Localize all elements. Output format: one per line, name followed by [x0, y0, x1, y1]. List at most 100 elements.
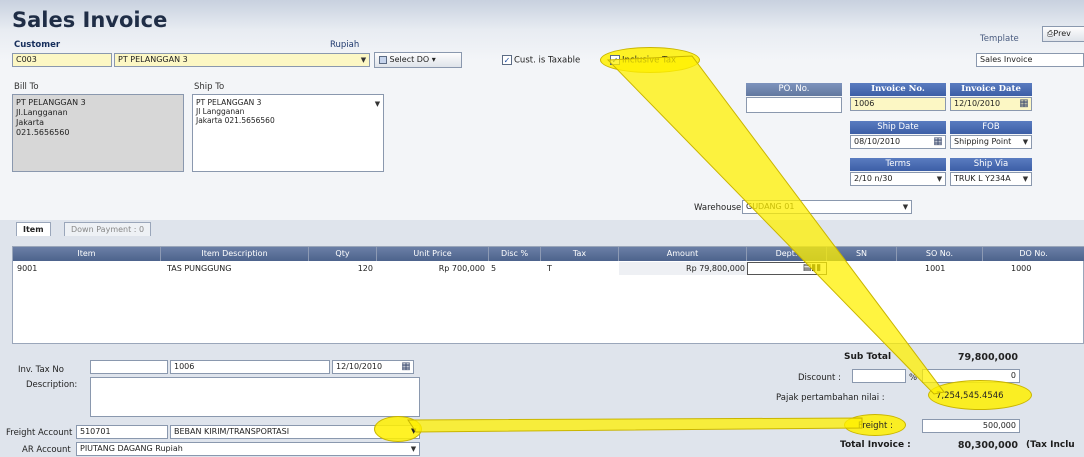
- chevron-down-icon[interactable]: ▼: [359, 55, 368, 65]
- po-no-header: PO. No.: [746, 83, 842, 96]
- inv-tax-prefix-field[interactable]: [90, 360, 168, 374]
- cell-do: 1000: [1011, 264, 1032, 273]
- discount-label: Discount :: [798, 373, 841, 383]
- ar-account-field[interactable]: PIUTANG DAGANG Rupiah ▼: [76, 442, 420, 456]
- inv-tax-no-field[interactable]: 1006: [170, 360, 330, 374]
- cust-taxable-label: Cust. is Taxable: [514, 55, 581, 66]
- calendar-icon[interactable]: ▦: [932, 137, 944, 147]
- subtotal-value: 79,800,000: [957, 352, 1018, 363]
- freight-value-field[interactable]: 500,000: [922, 419, 1020, 433]
- lookup-icon[interactable]: ▤▮▮: [799, 262, 825, 275]
- ship-date-header: Ship Date: [850, 121, 946, 134]
- warehouse-label: Warehouse: [694, 203, 742, 213]
- ar-account-label: AR Account: [22, 445, 71, 455]
- chevron-down-icon[interactable]: ▼: [411, 427, 416, 435]
- select-do-label: Select DO: [389, 55, 430, 64]
- column-header-sn[interactable]: SN: [827, 247, 897, 261]
- inclusive-tax-checkbox[interactable]: ✓ Inclusive Tax: [610, 55, 676, 66]
- bill-to-line: PT PELANGGAN 3: [16, 98, 86, 107]
- chevron-down-icon[interactable]: ▼: [901, 202, 910, 212]
- chevron-down-icon[interactable]: ▼: [1021, 137, 1030, 147]
- chevron-down-icon[interactable]: ▼: [935, 174, 944, 184]
- calendar-icon[interactable]: ▦: [1018, 99, 1030, 109]
- chevron-down-icon[interactable]: ▼: [409, 444, 418, 454]
- ship-to-line: PT PELANGGAN 3: [196, 98, 262, 107]
- checkmark-icon: ✓: [610, 55, 620, 65]
- customer-name-field[interactable]: PT PELANGGAN 3 ▼: [114, 53, 370, 67]
- cell-amount: Rp 79,800,000: [619, 262, 747, 275]
- cell-sn: [827, 262, 897, 275]
- document-icon: [379, 55, 387, 64]
- fob-select[interactable]: Shipping Point ▼: [950, 135, 1032, 149]
- template-select[interactable]: Sales Invoice: [976, 53, 1084, 67]
- invoice-date-text: 12/10/2010: [954, 99, 1001, 108]
- invoice-no-header: Invoice No.: [850, 83, 946, 96]
- description-field[interactable]: [90, 377, 420, 417]
- column-header-disc[interactable]: Disc %: [489, 247, 541, 261]
- column-header-qty[interactable]: Qty: [309, 247, 377, 261]
- chevron-down-icon[interactable]: ▼: [1021, 174, 1030, 184]
- preview-button[interactable]: ⎙Prev: [1042, 26, 1084, 42]
- currency-label: Rupiah: [330, 40, 360, 50]
- bill-to-line: 021.5656560: [16, 128, 70, 137]
- inv-tax-no-label: Inv. Tax No: [18, 365, 64, 375]
- column-header-so[interactable]: SO No.: [897, 247, 983, 261]
- customer-code-field[interactable]: C003: [12, 53, 112, 67]
- template-label: Template: [980, 34, 1019, 44]
- calendar-icon[interactable]: ▦: [400, 362, 412, 372]
- tab-item[interactable]: Item: [16, 222, 51, 236]
- total-invoice-value: 80,300,000: [957, 440, 1018, 451]
- inv-tax-date-field[interactable]: 12/10/2010 ▦: [332, 360, 414, 374]
- customer-label: Customer: [14, 40, 61, 50]
- freight-account-code-field[interactable]: 510701: [76, 425, 168, 439]
- ppn-value: 7,254,545.4546: [936, 391, 1004, 401]
- tab-down-payment[interactable]: Down Payment : 0: [64, 222, 152, 236]
- ship-to-line: Jakarta 021.5656560: [196, 116, 275, 125]
- warehouse-select[interactable]: GUDANG 01 ▼: [742, 200, 912, 214]
- column-header-dept[interactable]: Dept.: [747, 247, 827, 261]
- cell-unit-price: Rp 700,000: [438, 264, 485, 273]
- customer-name-text: PT PELANGGAN 3: [118, 55, 188, 64]
- discount-percent-field[interactable]: [852, 369, 906, 383]
- checkmark-icon: ✓: [502, 55, 512, 65]
- po-no-field[interactable]: [746, 97, 842, 113]
- ship-via-header: Ship Via: [950, 158, 1032, 171]
- invoice-date-field[interactable]: 12/10/2010 ▦: [950, 97, 1032, 111]
- ship-via-text: TRUK L Y234A: [954, 174, 1011, 183]
- cust-taxable-checkbox[interactable]: ✓ Cust. is Taxable: [502, 55, 580, 66]
- ship-to-label: Ship To: [194, 82, 225, 92]
- chevron-down-icon: ▾: [431, 55, 436, 64]
- description-label: Description:: [26, 380, 78, 390]
- bill-to-line: Jakarta: [16, 118, 44, 127]
- cell-tax: T: [547, 264, 552, 273]
- preview-label: Prev: [1053, 29, 1071, 38]
- ppn-label: Pajak pertambahan nilai :: [776, 393, 885, 403]
- ship-to-address[interactable]: PT PELANGGAN 3 Jl Langganan Jakarta 021.…: [192, 94, 384, 172]
- cell-so: 1001: [925, 264, 946, 273]
- freight-beam: [407, 417, 863, 433]
- fob-header: FOB: [950, 121, 1032, 134]
- column-header-item[interactable]: Item: [13, 247, 161, 261]
- select-do-button[interactable]: Select DO ▾: [374, 52, 462, 68]
- column-header-amount[interactable]: Amount: [619, 247, 747, 261]
- cell-description: TAS PUNGGUNG: [167, 264, 232, 273]
- inclusive-tax-label: Inclusive Tax: [622, 55, 677, 66]
- invoice-no-field[interactable]: 1006: [850, 97, 946, 111]
- bill-to-address: PT PELANGGAN 3 Jl.Langganan Jakarta 021.…: [12, 94, 184, 172]
- subtotal-label: Sub Total: [844, 352, 892, 362]
- ship-date-text: 08/10/2010: [854, 137, 901, 146]
- items-grid: Item Item Description Qty Unit Price Dis…: [12, 246, 1084, 344]
- column-header-unit-price[interactable]: Unit Price: [377, 247, 489, 261]
- terms-select[interactable]: 2/10 n/30 ▼: [850, 172, 946, 186]
- total-tax-suffix: (Tax Inclu: [1026, 440, 1075, 450]
- terms-text: 2/10 n/30: [854, 174, 893, 183]
- inv-tax-date-text: 12/10/2010: [336, 362, 383, 371]
- ship-via-select[interactable]: TRUK L Y234A ▼: [950, 172, 1032, 186]
- chevron-down-icon[interactable]: ▼: [373, 99, 382, 109]
- ship-date-field[interactable]: 08/10/2010 ▦: [850, 135, 946, 149]
- column-header-description[interactable]: Item Description: [161, 247, 309, 261]
- column-header-do[interactable]: DO No.: [983, 247, 1084, 261]
- warehouse-text: GUDANG 01: [746, 202, 795, 211]
- column-header-tax[interactable]: Tax: [541, 247, 619, 261]
- bill-to-line: Jl.Langganan: [16, 108, 68, 117]
